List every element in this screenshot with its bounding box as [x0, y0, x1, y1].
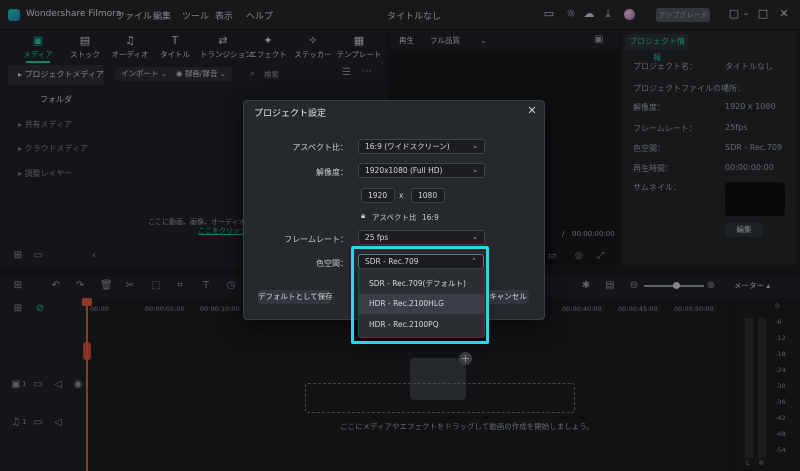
resolution-label: 解像度： [316, 168, 348, 177]
chevron-down-icon: ⌄ [472, 142, 478, 150]
aspect-ratio-label: アスペクト比： [292, 143, 348, 152]
width-input[interactable]: 1920 [361, 188, 395, 203]
colorspace-label: 色空間： [316, 259, 348, 268]
resolution-select[interactable]: 1920x1080 (Full HD) ⌄ [358, 163, 485, 178]
dimension-separator: x [399, 191, 404, 200]
save-as-default-button[interactable]: デフォルトとして保存 [258, 290, 333, 304]
cancel-button[interactable]: キャンセル [487, 290, 529, 304]
chevron-down-icon: ⌄ [472, 233, 478, 241]
framerate-select[interactable]: 25 fps ⌄ [358, 230, 485, 245]
framerate-label: フレームレート： [284, 235, 348, 244]
aspect-lock-text: アスペクト比 16:9 [372, 213, 439, 222]
height-input[interactable]: 1080 [411, 188, 445, 203]
dialog-close-icon[interactable]: ✕ [526, 105, 538, 117]
tutorial-highlight-box [351, 246, 489, 344]
aspect-ratio-select[interactable]: 16:9 (ワイドスクリーン) ⌄ [358, 139, 485, 154]
lock-icon[interactable]: 🔒︎ [361, 211, 365, 221]
dialog-title: プロジェクト設定 [254, 109, 327, 119]
chevron-down-icon: ⌄ [472, 166, 478, 174]
